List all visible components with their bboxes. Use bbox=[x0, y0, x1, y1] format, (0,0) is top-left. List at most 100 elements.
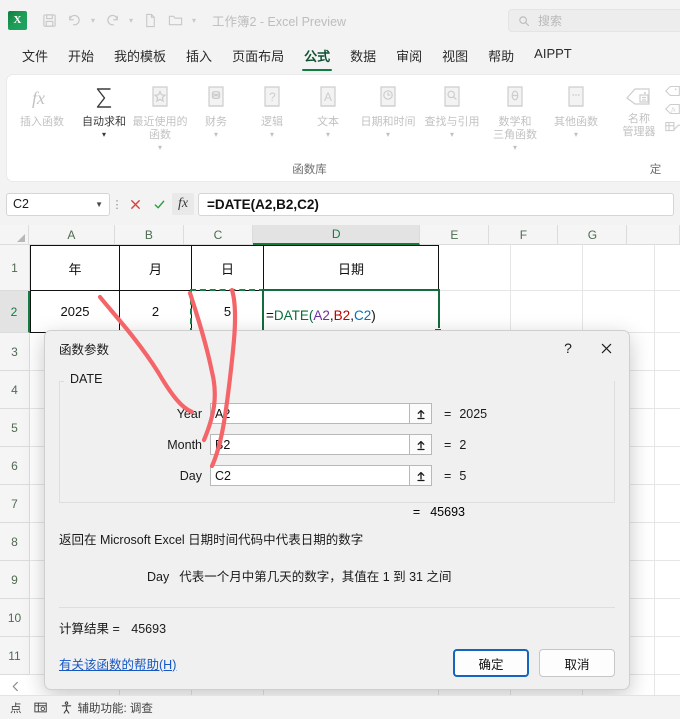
save-icon[interactable] bbox=[37, 8, 61, 32]
column-header-G[interactable]: G bbox=[558, 225, 628, 245]
row-header-8[interactable]: 8 bbox=[0, 523, 30, 561]
name-box[interactable]: C2 ▼ bbox=[6, 192, 110, 216]
confirm-check-icon[interactable] bbox=[148, 193, 170, 215]
insert-function-button[interactable]: fx 插入函数 bbox=[13, 79, 71, 129]
accessibility-status[interactable]: 辅助功能: 调查 bbox=[60, 700, 153, 716]
text-dropdown-icon[interactable]: ▾ bbox=[326, 130, 330, 139]
cell-A1[interactable]: 年 bbox=[30, 245, 120, 291]
financial-button[interactable]: 财务 ▾ bbox=[188, 79, 244, 139]
tab-aippt[interactable]: AIPPT bbox=[524, 44, 582, 67]
sheet-prev-button[interactable] bbox=[0, 677, 30, 695]
undo-dropdown-icon[interactable]: ▾ bbox=[87, 8, 99, 32]
cell-D2-formula-text[interactable]: = DATE(A2, B2, C2) bbox=[266, 295, 442, 335]
recently-used-label-2: 函数 bbox=[149, 129, 171, 141]
math-trig-button[interactable]: 数学和 三角函数 ▾ bbox=[484, 79, 546, 152]
row-header-5[interactable]: 5 bbox=[0, 409, 30, 447]
fx-icon[interactable]: fx bbox=[172, 193, 194, 215]
ribbon-group-defined-names: 名称 管理器 定 fx bbox=[614, 79, 680, 181]
tab-data[interactable]: 数据 bbox=[340, 44, 386, 71]
redo-dropdown-icon[interactable]: ▾ bbox=[125, 8, 137, 32]
define-name-button[interactable]: 定 bbox=[664, 83, 680, 99]
tab-file[interactable]: 文件 bbox=[12, 44, 58, 71]
math-trig-dropdown-icon[interactable]: ▾ bbox=[513, 143, 517, 152]
arg-input-year[interactable]: A2 bbox=[210, 403, 410, 424]
row-header-6[interactable]: 6 bbox=[0, 447, 30, 485]
cell-B1[interactable]: 月 bbox=[119, 245, 192, 291]
logical-dropdown-icon[interactable]: ▾ bbox=[270, 130, 274, 139]
customize-qat-icon[interactable]: ▾ bbox=[188, 8, 200, 32]
more-functions-button[interactable]: 其他函数 ▾ bbox=[546, 79, 606, 139]
recently-used-dropdown-icon[interactable]: ▾ bbox=[158, 143, 162, 152]
lookup-reference-button[interactable]: 查找与引用 ▾ bbox=[420, 79, 484, 139]
close-icon[interactable] bbox=[587, 333, 625, 363]
financial-dropdown-icon[interactable]: ▾ bbox=[214, 130, 218, 139]
name-manager-button[interactable]: 名称 管理器 bbox=[614, 79, 664, 139]
more-functions-dropdown-icon[interactable]: ▾ bbox=[574, 130, 578, 139]
arg-result-year: 2025 bbox=[459, 406, 488, 421]
record-macro-button[interactable] bbox=[33, 701, 48, 714]
cell-A2[interactable]: 2025 bbox=[30, 290, 120, 333]
lookup-reference-dropdown-icon[interactable]: ▾ bbox=[450, 130, 454, 139]
arg-input-month[interactable]: B2 bbox=[210, 434, 410, 455]
column-header-F[interactable]: F bbox=[489, 225, 559, 245]
date-time-button[interactable]: 日期和时间 ▾ bbox=[356, 79, 420, 139]
column-header-D[interactable]: D bbox=[252, 225, 421, 245]
column-header-H[interactable] bbox=[627, 225, 680, 245]
row-header-11[interactable]: 11 bbox=[0, 637, 30, 675]
tab-help[interactable]: 帮助 bbox=[478, 44, 524, 71]
row-header-4[interactable]: 4 bbox=[0, 371, 30, 409]
row-header-2[interactable]: 2 bbox=[0, 291, 30, 333]
arg-input-day[interactable]: C2 bbox=[210, 465, 410, 486]
svg-text:A: A bbox=[324, 90, 332, 104]
function-help-link[interactable]: 有关该函数的帮助(H) bbox=[59, 654, 443, 673]
svg-text:fx: fx bbox=[32, 88, 45, 108]
collapse-dialog-icon-month[interactable] bbox=[410, 434, 432, 455]
search-box[interactable]: 搜索 bbox=[508, 9, 680, 32]
row-header-7[interactable]: 7 bbox=[0, 485, 30, 523]
tab-view[interactable]: 视图 bbox=[432, 44, 478, 71]
cancel-x-icon[interactable] bbox=[124, 193, 146, 215]
function-library-group-label: 函数库 bbox=[292, 164, 327, 176]
recently-used-button[interactable]: 最近使用的 函数 ▾ bbox=[132, 79, 188, 152]
row-header-3[interactable]: 3 bbox=[0, 333, 30, 371]
new-icon[interactable] bbox=[138, 8, 162, 32]
undo-icon[interactable] bbox=[62, 8, 86, 32]
autosum-button[interactable]: 自动求和 ▾ bbox=[76, 79, 132, 139]
help-icon[interactable]: ? bbox=[549, 333, 587, 363]
autosum-dropdown-icon[interactable]: ▾ bbox=[102, 130, 106, 139]
tab-insert[interactable]: 插入 bbox=[176, 44, 222, 71]
select-all-corner[interactable] bbox=[0, 225, 29, 245]
tab-formulas[interactable]: 公式 bbox=[294, 44, 340, 71]
ok-button[interactable]: 确定 bbox=[453, 649, 529, 677]
redo-icon[interactable] bbox=[100, 8, 124, 32]
tab-review[interactable]: 审阅 bbox=[386, 44, 432, 71]
tab-home[interactable]: 开始 bbox=[58, 44, 104, 71]
cancel-button[interactable]: 取消 bbox=[539, 649, 615, 677]
create-from-selection-button[interactable]: 根 bbox=[664, 119, 680, 135]
column-header-C[interactable]: C bbox=[183, 225, 253, 245]
formula-input[interactable]: =DATE(A2,B2,C2) bbox=[198, 192, 674, 216]
tab-pagelayout[interactable]: 页面布局 bbox=[222, 44, 294, 71]
column-header-A[interactable]: A bbox=[28, 225, 115, 245]
logical-button[interactable]: ? 逻辑 ▾ bbox=[244, 79, 300, 139]
column-header-E[interactable]: E bbox=[420, 225, 490, 245]
chevron-down-icon[interactable]: ▼ bbox=[95, 200, 103, 209]
cell-C1[interactable]: 日 bbox=[191, 245, 264, 291]
collapse-dialog-icon-year[interactable] bbox=[410, 403, 432, 424]
cell-D1[interactable]: 日期 bbox=[263, 245, 439, 291]
cell-B2[interactable]: 2 bbox=[119, 290, 192, 333]
column-header-B[interactable]: B bbox=[114, 225, 184, 245]
row-header-9[interactable]: 9 bbox=[0, 561, 30, 599]
row-header-1[interactable]: 1 bbox=[0, 245, 30, 291]
text-button[interactable]: A 文本 ▾ bbox=[300, 79, 356, 139]
math-trig-label-1: 数学和 bbox=[498, 116, 532, 128]
formula-bar-options-icon[interactable]: ⋮ bbox=[110, 198, 124, 211]
row-header-10[interactable]: 10 bbox=[0, 599, 30, 637]
tab-mytemplates[interactable]: 我的模板 bbox=[104, 44, 176, 71]
open-icon[interactable] bbox=[163, 8, 187, 32]
use-in-formula-button[interactable]: fx 用 bbox=[664, 101, 680, 117]
arg-label-month: Month bbox=[167, 437, 202, 452]
date-time-dropdown-icon[interactable]: ▾ bbox=[386, 130, 390, 139]
recently-used-label-1: 最近使用的 bbox=[132, 116, 188, 128]
collapse-dialog-icon-day[interactable] bbox=[410, 465, 432, 486]
